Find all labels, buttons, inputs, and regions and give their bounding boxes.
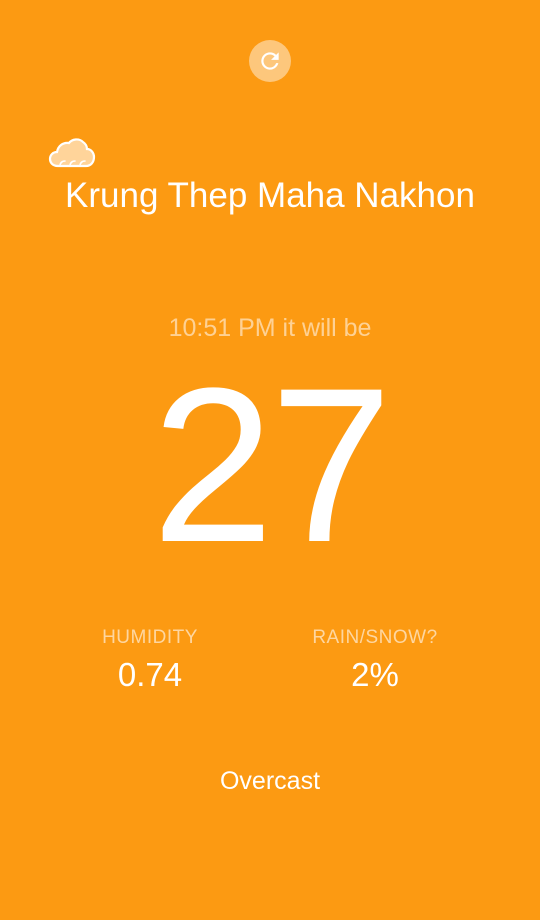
- humidity-stat: HUMIDITY 0.74: [50, 625, 250, 695]
- humidity-value: 0.74: [117, 656, 183, 693]
- humidity-label: HUMIDITY: [102, 627, 198, 648]
- precipitation-label: RAIN/SNOW?: [312, 627, 438, 648]
- refresh-button[interactable]: [249, 40, 291, 82]
- city-name: Krung Thep Maha Nakhon: [65, 176, 475, 215]
- forecast-time-caption: 10:51 PM it will be: [168, 314, 372, 342]
- temperature-value: 27: [151, 342, 393, 588]
- cloud-icon: [48, 138, 96, 168]
- precipitation-value: 2%: [351, 656, 399, 693]
- refresh-icon: [261, 52, 279, 70]
- precipitation-stat: RAIN/SNOW? 2%: [275, 625, 475, 695]
- weather-summary: Overcast: [219, 767, 321, 795]
